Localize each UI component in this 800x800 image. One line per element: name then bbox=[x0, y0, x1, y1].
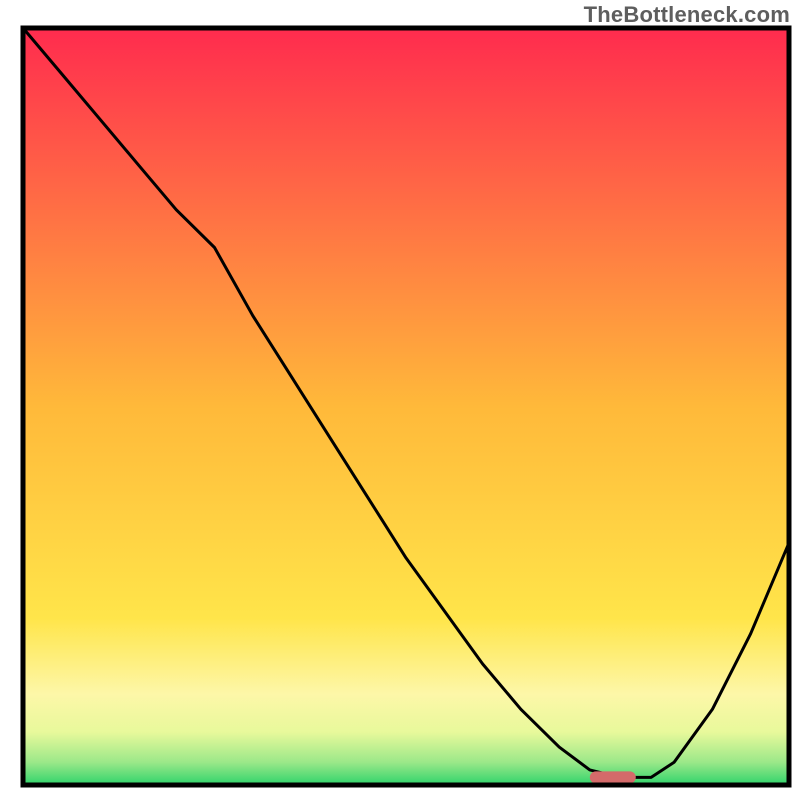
plot-background bbox=[23, 28, 789, 785]
watermark-label: TheBottleneck.com bbox=[584, 2, 790, 28]
chart-container: TheBottleneck.com bbox=[0, 0, 800, 800]
bottleneck-chart bbox=[0, 0, 800, 800]
optimal-range-marker bbox=[590, 771, 636, 783]
